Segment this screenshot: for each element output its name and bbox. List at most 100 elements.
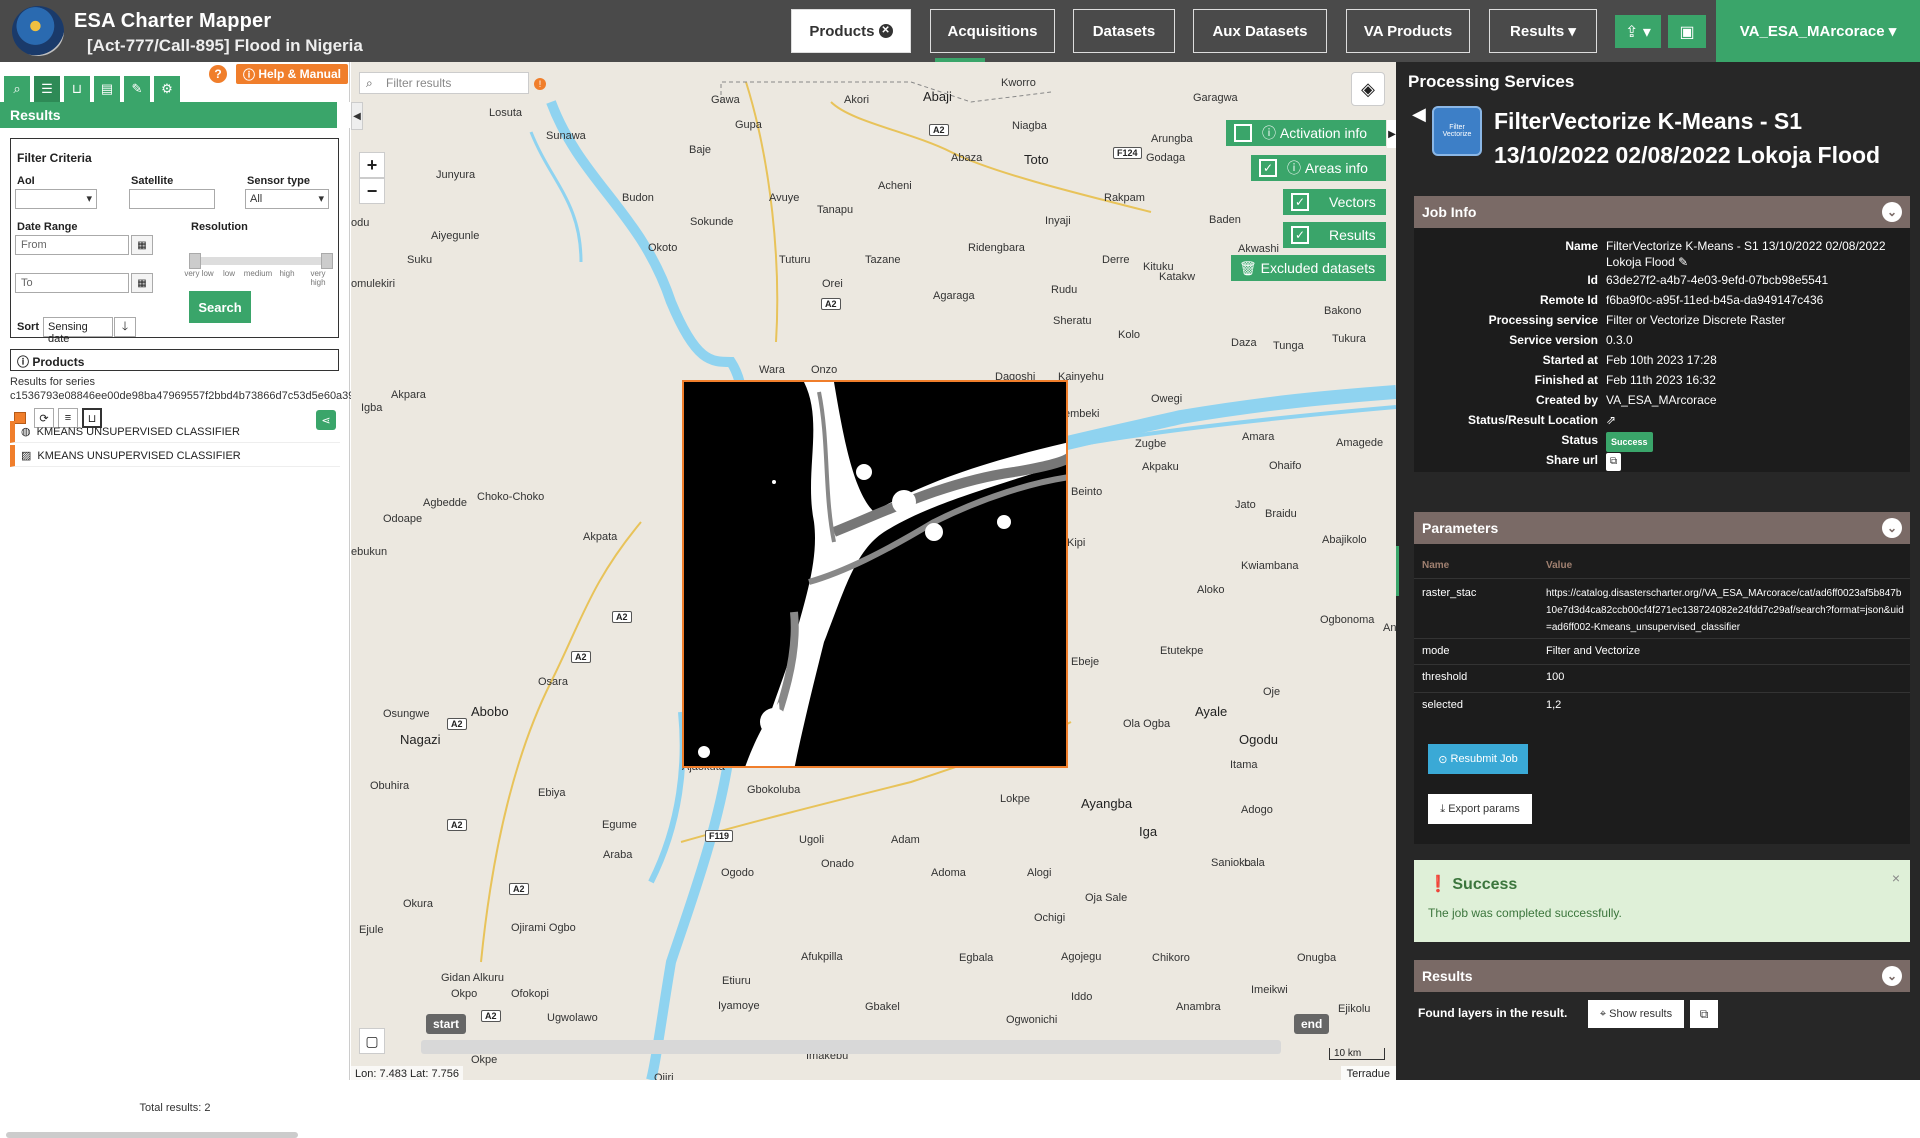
map-label: Adam <box>891 834 920 846</box>
road-shield: A2 <box>447 718 467 730</box>
collapse-right-panel-button[interactable]: ▶ <box>1387 120 1396 148</box>
basket-tool-button[interactable]: ⊔ <box>64 76 90 102</box>
checkbox[interactable]: ✓ <box>1291 193 1309 211</box>
draw-box-button[interactable]: ▢ <box>359 1028 385 1054</box>
nav-products-tab[interactable]: Products ✕ <box>791 9 911 53</box>
gear-icon: ⚙ <box>161 81 173 96</box>
external-link-icon[interactable]: ⇗ <box>1606 412 1906 428</box>
parameters-header[interactable]: Parameters ⌄ <box>1414 512 1910 544</box>
collapse-left-panel-button[interactable]: ◀ <box>351 102 363 130</box>
info-value: Filter or Vectorize Discrete Raster <box>1606 313 1786 327</box>
nav-acquisitions-tab[interactable]: Acquisitions <box>930 9 1055 53</box>
horizontal-scrollbar[interactable] <box>6 1132 298 1138</box>
checkbox[interactable]: ✓ <box>1259 159 1277 177</box>
resolution-max-handle[interactable] <box>321 253 333 269</box>
calendar-icon[interactable]: ▦ <box>131 235 153 255</box>
resolution-slider[interactable] <box>191 257 331 265</box>
parameters-title: Parameters <box>1422 520 1499 536</box>
map-label: Amagede <box>1336 437 1384 449</box>
chevron-down-icon[interactable]: ⌄ <box>1882 966 1902 986</box>
job-name-value: FilterVectorize K-Means - S1 13/10/2022 … <box>1606 239 1886 269</box>
product-item[interactable]: ◍ KMEANS UNSUPERVISED CLASSIFIER <box>10 421 340 443</box>
resolution-tick: low <box>222 269 235 278</box>
copy-icon[interactable]: ⧉ <box>1606 453 1622 471</box>
map-label: Abajikolo <box>1322 534 1367 546</box>
kmeans-result-raster[interactable] <box>682 380 1068 768</box>
resubmit-job-button[interactable]: ⊙ Resubmit Job <box>1428 744 1528 774</box>
map-label: Nagazi <box>400 732 441 747</box>
user-menu[interactable]: VA_ESA_MArcorace ▾ <box>1716 0 1920 62</box>
map-label: Gidan Alkuru <box>441 972 504 984</box>
product-item[interactable]: ▨ KMEANS UNSUPERVISED CLASSIFIER <box>10 445 340 467</box>
nav-datasets-tab[interactable]: Datasets <box>1073 9 1175 53</box>
aoi-select[interactable] <box>15 189 97 209</box>
param-name: selected <box>1422 699 1463 711</box>
archive-tool-button[interactable]: ▤ <box>94 76 120 102</box>
nav-va-products-tab[interactable]: VA Products <box>1346 9 1470 53</box>
results-header: Results <box>0 102 351 128</box>
zoom-in-button[interactable]: + <box>359 152 385 178</box>
job-info-header[interactable]: Job Info ⌄ <box>1414 196 1910 228</box>
timeline-slider[interactable] <box>421 1040 1281 1054</box>
sort-direction-button[interactable]: 🡓 <box>114 317 136 337</box>
edit-tool-button[interactable]: ✎ <box>124 76 150 102</box>
date-to-input[interactable]: To <box>15 273 129 293</box>
settings-tool-button[interactable]: ⚙ <box>154 76 180 102</box>
info-icon[interactable]: ! <box>534 78 546 90</box>
nav-aux-datasets-tab[interactable]: Aux Datasets <box>1193 9 1327 53</box>
layers-button[interactable]: ◈ <box>1351 72 1385 106</box>
areas-info-toggle[interactable]: ✓ ⓘ Areas info <box>1251 155 1386 181</box>
map-label: Garagwa <box>1193 92 1238 104</box>
upload-button[interactable]: ⇪ ▾ <box>1615 15 1661 48</box>
results-label: Results <box>1329 227 1376 243</box>
vectors-toggle[interactable]: ✓ Vectors <box>1283 189 1386 215</box>
info-value: 0.3.0 <box>1606 333 1633 347</box>
chevron-down-icon[interactable]: ⌄ <box>1882 202 1902 222</box>
help-manual-button[interactable]: ⓘ Help & Manual <box>236 64 348 84</box>
info-row-name: Name FilterVectorize K-Means - S1 13/10/2… <box>1414 238 1910 272</box>
satellite-input[interactable] <box>129 189 215 209</box>
map-label: Okpe <box>471 1054 498 1066</box>
info-key: Id <box>1587 273 1598 287</box>
search-button[interactable]: Search <box>189 291 251 323</box>
export-params-button[interactable]: ⤓ Export params <box>1428 794 1532 824</box>
results-section-header[interactable]: Results ⌄ <box>1414 960 1910 992</box>
checkbox[interactable]: ✓ <box>1291 226 1309 244</box>
question-icon[interactable]: ? <box>209 65 227 83</box>
image-icon: ▨ <box>21 450 32 462</box>
sensor-type-select[interactable]: All <box>245 189 329 209</box>
excluded-datasets-toggle[interactable]: 🗑 Excluded datasets <box>1231 255 1386 281</box>
chevron-down-icon[interactable]: ⌄ <box>1882 518 1902 538</box>
back-arrow-icon[interactable]: ◀ <box>1412 104 1426 125</box>
pencil-icon[interactable]: ✎ <box>1678 255 1688 269</box>
close-icon[interactable]: × <box>1892 870 1900 886</box>
map-view[interactable]: Filter results ⌕ ! + − ◈ ⓘ Activation in… <box>351 62 1396 1080</box>
panel-resize-handle[interactable] <box>1396 546 1399 596</box>
show-results-button[interactable]: ⌖ Show results <box>1588 1000 1684 1028</box>
copy-icon[interactable]: ⧉ <box>1690 1000 1718 1028</box>
close-circle-icon[interactable]: ✕ <box>878 24 893 38</box>
map-label: Ola Ogba <box>1123 718 1171 730</box>
show-results-label: Show results <box>1609 1008 1673 1020</box>
briefcase-button[interactable]: ▣ <box>1668 15 1706 48</box>
map-label: Abobo <box>471 704 509 719</box>
search-tool-button[interactable]: ⌕ <box>4 76 30 102</box>
map-label: Gupa <box>735 119 762 131</box>
map-label: Osara <box>538 676 568 688</box>
nav-results-dropdown[interactable]: Results ▾ <box>1489 9 1597 53</box>
map-label: Acheni <box>878 180 912 192</box>
zoom-out-button[interactable]: − <box>359 178 385 204</box>
map-attribution[interactable]: Terradue <box>1340 1066 1396 1080</box>
date-from-input[interactable]: From <box>15 235 129 255</box>
map-label: Akwashi <box>1238 243 1279 255</box>
checkbox[interactable] <box>1234 124 1252 142</box>
list-tool-button[interactable]: ☰ <box>34 76 60 102</box>
resolution-min-handle[interactable] <box>189 253 201 269</box>
map-label: Akpata <box>583 531 618 543</box>
calendar-icon[interactable]: ▦ <box>131 273 153 293</box>
filter-results-input[interactable]: Filter results <box>359 72 529 94</box>
activation-info-toggle[interactable]: ⓘ Activation info <box>1226 120 1386 146</box>
map-label: odu <box>351 217 370 229</box>
results-toggle[interactable]: ✓ Results <box>1283 222 1386 248</box>
sort-select[interactable]: Sensing date <box>43 317 113 345</box>
